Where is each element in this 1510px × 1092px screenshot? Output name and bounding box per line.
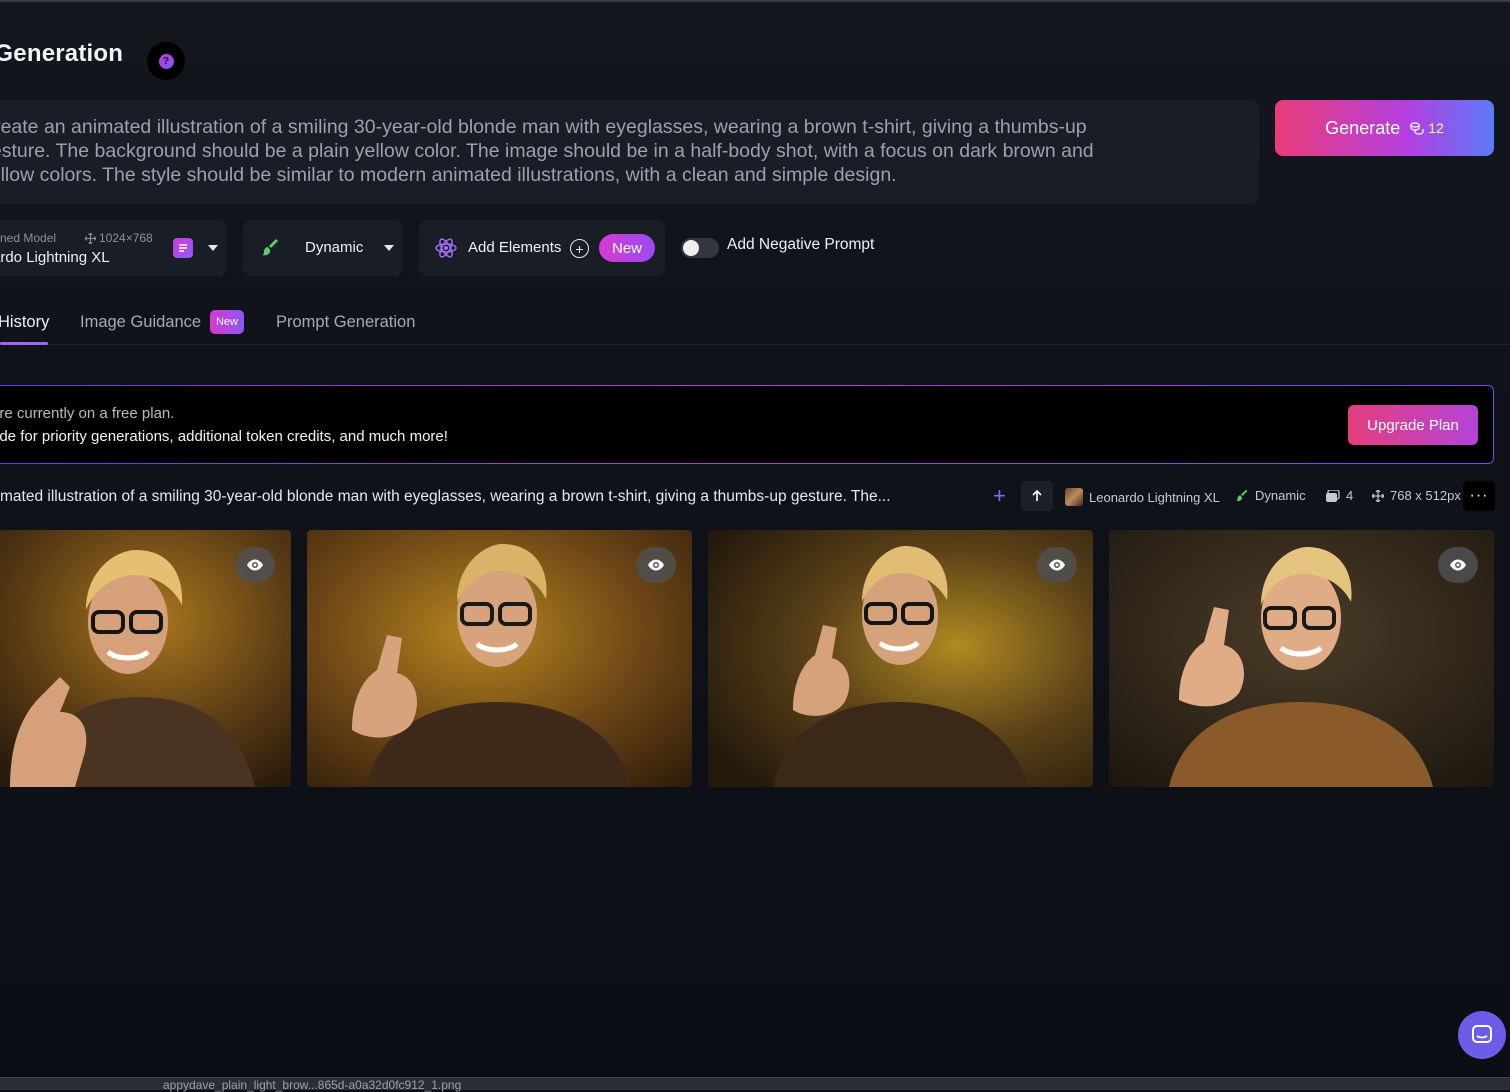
chevron-down-icon[interactable] — [208, 245, 218, 251]
generation-style-name: Dynamic — [1255, 488, 1306, 503]
prompt-text[interactable]: Create an animated illustration of a smi… — [0, 115, 1220, 187]
generation-prompt: mated illustration of a smiling 30-year-… — [0, 488, 891, 505]
generation-style: Dynamic — [1236, 488, 1306, 503]
new-badge: New — [210, 310, 244, 334]
move-arrows-icon — [85, 232, 96, 244]
generation-size-value: 768 x 512px — [1390, 488, 1461, 503]
eye-icon — [247, 559, 263, 571]
token-count: 12 — [1428, 120, 1444, 136]
generation-count: 4 — [1326, 488, 1353, 503]
chevron-down-icon[interactable] — [384, 245, 394, 251]
model-dimensions: 1024×768 — [85, 231, 153, 245]
tab-history[interactable]: History — [0, 313, 49, 332]
generate-label: Generate — [1325, 117, 1401, 138]
style-label: Dynamic — [305, 239, 364, 256]
style-selector[interactable]: Dynamic — [243, 220, 403, 276]
portrait-image — [307, 530, 692, 787]
arrow-up-icon — [1032, 490, 1042, 501]
more-options-button[interactable]: ··· — [1463, 481, 1495, 511]
model-caption: ned Model — [0, 231, 57, 245]
help-button[interactable]: ? — [147, 42, 185, 80]
plus-circle-icon: + — [570, 239, 589, 258]
prompt-textarea[interactable]: Create an animated illustration of a smi… — [0, 100, 1259, 204]
view-image-button[interactable] — [1438, 547, 1478, 583]
paintbrush-icon — [262, 239, 278, 256]
model-thumbnail — [1065, 488, 1083, 506]
image-stack-icon — [1326, 489, 1340, 502]
question-mark-icon: ? — [158, 53, 174, 69]
chat-support-button[interactable] — [1458, 1011, 1506, 1059]
portrait-image — [1109, 530, 1494, 787]
generate-button[interactable]: Generate 12 — [1275, 100, 1494, 156]
view-image-button[interactable] — [235, 547, 275, 583]
token-cost: 12 — [1410, 120, 1444, 136]
page-title: e Generation — [0, 40, 124, 67]
tab-prompt-generation[interactable]: Prompt Generation — [276, 313, 415, 332]
banner-text-plan: are currently on a free plan. — [0, 405, 175, 422]
negative-prompt-label: Add Negative Prompt — [727, 236, 875, 253]
chat-icon — [1472, 1025, 1492, 1043]
tab-bar: History Image Guidance New Prompt Genera… — [0, 305, 1510, 345]
generation-model-name: Leonardo Lightning XL — [1089, 489, 1220, 505]
generation-count-value: 4 — [1346, 488, 1354, 503]
generated-image-3[interactable] — [708, 530, 1093, 787]
coins-icon — [1410, 122, 1424, 135]
upgrade-plan-button[interactable]: Upgrade Plan — [1348, 405, 1478, 445]
reuse-prompt-button[interactable] — [1021, 481, 1053, 511]
tab-image-guidance[interactable]: Image Guidance — [80, 313, 201, 332]
portrait-image — [708, 530, 1093, 787]
toggle-knob — [683, 240, 699, 256]
banner-text-upgrade: ade for priority generations, additional… — [0, 428, 448, 445]
upgrade-banner: are currently on a free plan. ade for pr… — [0, 385, 1494, 464]
add-elements-button[interactable]: Add Elements + New — [419, 220, 665, 276]
eye-icon — [1049, 559, 1065, 571]
eye-icon — [648, 559, 664, 571]
move-arrows-icon — [1372, 489, 1384, 502]
top-border — [0, 0, 1510, 2]
view-image-button[interactable] — [1037, 547, 1077, 583]
generation-size: 768 x 512px — [1372, 488, 1461, 503]
active-tab-indicator — [0, 342, 48, 345]
atom-icon — [435, 238, 457, 258]
model-name: ardo Lightning XL — [0, 249, 110, 266]
notes-icon[interactable] — [173, 238, 193, 258]
ellipsis-icon: ··· — [1469, 487, 1489, 504]
negative-prompt-toggle[interactable] — [681, 238, 719, 258]
add-elements-label: Add Elements — [468, 239, 562, 256]
new-badge: New — [599, 234, 655, 262]
generated-image-1[interactable] — [0, 530, 291, 787]
generated-image-2[interactable] — [307, 530, 692, 787]
generation-model: Leonardo Lightning XL — [1065, 488, 1220, 506]
generated-image-4[interactable] — [1109, 530, 1494, 787]
paintbrush-icon — [1236, 489, 1248, 501]
model-selector[interactable]: ned Model 1024×768 ardo Lightning XL — [0, 220, 227, 276]
eye-icon — [1450, 559, 1466, 571]
view-image-button[interactable] — [636, 547, 676, 583]
model-dims-text: 1024×768 — [99, 231, 153, 245]
add-icon[interactable]: + — [993, 484, 1006, 508]
